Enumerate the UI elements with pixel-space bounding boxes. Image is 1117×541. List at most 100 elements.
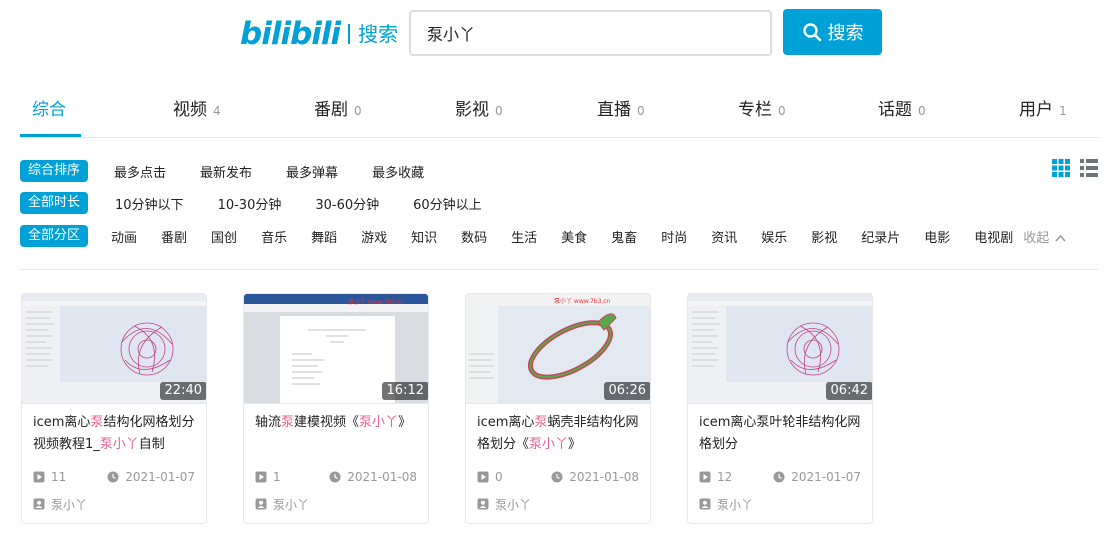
tab-count: 0 xyxy=(637,104,645,118)
video-card[interactable]: 泵小丫 www.7b3.cn 06:26 icem离心泵蜗壳非结构化网格划分《泵… xyxy=(465,293,651,524)
search-icon xyxy=(802,23,821,42)
duration-selected[interactable]: 全部时长 xyxy=(20,192,89,214)
zone-option[interactable]: 知识 xyxy=(411,227,437,246)
view-count: 12 xyxy=(717,470,733,484)
zone-option[interactable]: 动画 xyxy=(111,227,137,246)
video-card[interactable]: 06:42 icem离心泵叶轮非结构化网格划分 12 2021-01-07 泵小… xyxy=(687,293,873,524)
sort-option[interactable]: 最多收藏 xyxy=(372,162,424,181)
video-author[interactable]: 泵小丫 xyxy=(255,495,423,513)
zone-option[interactable]: 数码 xyxy=(461,227,487,246)
video-title[interactable]: 轴流泵建模视频《泵小丫》 xyxy=(255,412,423,434)
play-count-icon xyxy=(477,471,489,483)
clock-icon xyxy=(329,471,341,483)
user-icon xyxy=(33,498,45,510)
zone-option[interactable]: 美食 xyxy=(561,227,587,246)
search-button-label: 搜索 xyxy=(827,23,864,44)
sort-option[interactable]: 最多点击 xyxy=(114,162,166,181)
view-count: 11 xyxy=(51,470,67,484)
tab-user[interactable]: 用户 1 xyxy=(1019,95,1067,120)
zone-option[interactable]: 鬼畜 xyxy=(611,227,637,246)
tab-label: 综合 xyxy=(32,100,66,120)
title-text: 建模视频《 xyxy=(294,415,360,430)
video-duration: 22:40 xyxy=(159,382,206,400)
grid-view-icon[interactable] xyxy=(1052,159,1070,177)
zone-option[interactable]: 番剧 xyxy=(161,227,187,246)
title-text: icem离心 xyxy=(33,415,91,430)
title-keyword: 泵 xyxy=(281,415,295,430)
thumbnail-watermark: 泵小丫 www.7b3.cn xyxy=(554,298,611,305)
duration-option[interactable]: 60分钟以上 xyxy=(413,194,482,213)
video-title[interactable]: icem离心泵结构化网格划分视频教程1_泵小丫自制 xyxy=(33,412,201,456)
search-input-value: 泵小丫 xyxy=(427,25,476,44)
upload-date: 2021-01-07 xyxy=(791,470,861,484)
chevron-up-icon xyxy=(1055,234,1067,242)
tab-count: 4 xyxy=(213,104,221,118)
search-button[interactable]: 搜索 xyxy=(783,9,882,55)
user-icon xyxy=(255,498,267,510)
video-title[interactable]: icem离心泵蜗壳非结构化网格划分《泵小丫》 xyxy=(477,412,645,456)
zone-option[interactable]: 纪录片 xyxy=(861,227,900,246)
sort-option[interactable]: 最新发布 xyxy=(200,162,252,181)
video-thumbnail[interactable]: 泵小丫 www.7b3.cn 06:26 xyxy=(466,294,650,404)
video-author[interactable]: 泵小丫 xyxy=(699,495,867,513)
video-thumbnail[interactable]: 泵小丫 www.7b3.cn 16:12 xyxy=(244,294,428,404)
collapse-label: 收起 xyxy=(1023,230,1050,246)
zone-option[interactable]: 音乐 xyxy=(261,227,287,246)
video-duration: 16:12 xyxy=(381,382,428,400)
video-title[interactable]: icem离心泵叶轮非结构化网格划分 xyxy=(699,412,867,456)
author-name: 泵小丫 xyxy=(717,497,754,512)
title-text: 自制 xyxy=(138,437,165,452)
tab-movie[interactable]: 影视 0 xyxy=(455,95,503,120)
video-author[interactable]: 泵小丫 xyxy=(477,495,645,513)
tab-video[interactable]: 视频 4 xyxy=(173,95,221,120)
title-text: 轴流 xyxy=(255,415,282,430)
sort-option[interactable]: 最多弹幕 xyxy=(286,162,338,181)
video-thumbnail[interactable]: 06:42 xyxy=(688,294,872,404)
video-card[interactable]: 泵小丫 www.7b3.cn 16:12 轴流泵建模视频《泵小丫》 1 2021… xyxy=(243,293,429,524)
sort-selected[interactable]: 综合排序 xyxy=(20,160,89,182)
video-meta: 0 2021-01-08 泵小丫 xyxy=(477,468,645,513)
zone-option[interactable]: 电视剧 xyxy=(974,227,1013,246)
zone-option[interactable]: 舞蹈 xyxy=(311,227,337,246)
user-icon xyxy=(699,498,711,510)
tab-all[interactable]: 综合 xyxy=(32,95,66,120)
tab-count: 0 xyxy=(918,104,926,118)
title-keyword: 泵小丫 xyxy=(359,415,399,430)
zone-option[interactable]: 国创 xyxy=(211,227,237,246)
author-name: 泵小丫 xyxy=(51,497,88,512)
video-card[interactable]: 22:40 icem离心泵结构化网格划分视频教程1_泵小丫自制 11 2021-… xyxy=(21,293,207,524)
title-keyword: 泵 xyxy=(534,415,548,430)
tab-topic[interactable]: 话题 0 xyxy=(878,95,926,120)
tab-label: 直播 xyxy=(597,100,631,120)
duration-option[interactable]: 30-60分钟 xyxy=(315,194,379,213)
list-view-icon[interactable] xyxy=(1080,159,1098,177)
duration-option[interactable]: 10-30分钟 xyxy=(218,194,282,213)
clock-icon xyxy=(773,471,785,483)
tab-count: 1 xyxy=(1059,104,1067,118)
thumbnail-watermark: 泵小丫 www.7b3.cn xyxy=(348,299,405,306)
author-name: 泵小丫 xyxy=(273,497,310,512)
collapse-toggle[interactable]: 收起 xyxy=(1023,227,1067,246)
zone-option[interactable]: 资讯 xyxy=(711,227,737,246)
tab-bangumi[interactable]: 番剧 0 xyxy=(314,95,362,120)
zone-option[interactable]: 游戏 xyxy=(361,227,387,246)
video-author[interactable]: 泵小丫 xyxy=(33,495,201,513)
video-duration: 06:26 xyxy=(603,382,650,400)
zone-option[interactable]: 电影 xyxy=(924,227,950,246)
tab-article[interactable]: 专栏 0 xyxy=(738,95,786,120)
bilibili-logo[interactable]: bilibili 搜索 xyxy=(240,17,398,51)
duration-option[interactable]: 10分钟以下 xyxy=(115,194,184,213)
zone-option[interactable]: 娱乐 xyxy=(761,227,787,246)
video-thumbnail[interactable]: 22:40 xyxy=(22,294,206,404)
zone-option[interactable]: 影视 xyxy=(811,227,837,246)
video-meta: 1 2021-01-08 泵小丫 xyxy=(255,468,423,513)
search-input[interactable]: 泵小丫 xyxy=(409,10,772,56)
title-text: icem离心 xyxy=(477,415,535,430)
tab-label: 专栏 xyxy=(738,100,772,120)
zone-option[interactable]: 生活 xyxy=(511,227,537,246)
zone-option[interactable]: 时尚 xyxy=(661,227,687,246)
play-count-icon xyxy=(33,471,45,483)
tab-label: 用户 xyxy=(1019,100,1053,120)
zone-selected[interactable]: 全部分区 xyxy=(20,225,89,247)
tab-live[interactable]: 直播 0 xyxy=(597,95,645,120)
